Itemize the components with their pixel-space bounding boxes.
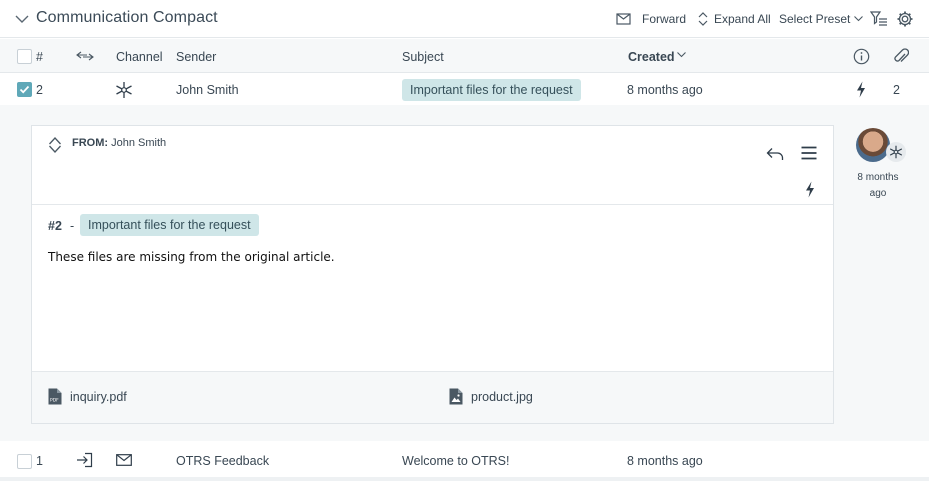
column-created[interactable]: Created bbox=[628, 50, 675, 64]
article-body: #2 - Important files for the request The… bbox=[32, 205, 833, 371]
attachment-name: product.jpg bbox=[471, 389, 533, 404]
lightning-icon[interactable] bbox=[805, 181, 815, 198]
direction-arrows-icon bbox=[76, 51, 94, 61]
attachments-bar: PDF inquiry.pdf product.jpg bbox=[32, 371, 833, 423]
row-number: 1 bbox=[36, 454, 43, 468]
table-row[interactable]: 1 OTRS Feedback Welcome to OTRS! 8 month… bbox=[0, 444, 929, 477]
column-header-row: # Channel Sender Subject Created bbox=[0, 39, 929, 73]
reply-icon[interactable] bbox=[766, 147, 784, 161]
article-header: FROM: John Smith bbox=[32, 126, 833, 205]
article-separator: - bbox=[70, 219, 75, 233]
forward-mail-icon bbox=[616, 12, 632, 26]
sort-down-icon[interactable] bbox=[677, 52, 686, 58]
row-checkbox[interactable] bbox=[17, 454, 32, 469]
image-file-icon bbox=[449, 388, 463, 405]
article-card: FROM: John Smith #2 - Important files fo… bbox=[31, 125, 834, 424]
select-all-checkbox[interactable] bbox=[17, 49, 32, 64]
column-channel[interactable]: Channel bbox=[116, 50, 163, 64]
avatar-timestamp: 8 months ago bbox=[857, 172, 899, 199]
widget-header: Communication Compact Forward Expand All… bbox=[0, 0, 929, 38]
menu-icon[interactable] bbox=[801, 146, 817, 160]
pdf-file-icon: PDF bbox=[48, 388, 62, 405]
row-sender: John Smith bbox=[176, 83, 239, 97]
gear-icon[interactable] bbox=[896, 10, 914, 28]
attachment-item[interactable]: product.jpg bbox=[449, 388, 533, 405]
select-preset-label: Select Preset bbox=[779, 12, 851, 26]
row-divider bbox=[0, 477, 929, 481]
internal-asterisk-icon bbox=[115, 81, 133, 99]
from-label: FROM: bbox=[72, 137, 109, 149]
row-sender: OTRS Feedback bbox=[176, 454, 270, 468]
paperclip-icon bbox=[893, 48, 909, 65]
attachment-name: inquiry.pdf bbox=[70, 389, 127, 404]
sender-avatar-group bbox=[856, 128, 906, 166]
article-subject-tag: Important files for the request bbox=[80, 214, 259, 236]
lightning-icon[interactable] bbox=[856, 81, 866, 98]
table-row[interactable]: 2 John Smith Important files for the req… bbox=[0, 73, 929, 106]
chevron-down-icon[interactable] bbox=[15, 13, 29, 25]
article-from: FROM: John Smith bbox=[72, 137, 166, 149]
forward-label: Forward bbox=[642, 12, 687, 26]
column-sender[interactable]: Sender bbox=[176, 50, 216, 64]
expand-collapse-icon[interactable] bbox=[48, 136, 62, 154]
expand-collapse-icon bbox=[698, 12, 708, 26]
page-title: Communication Compact bbox=[36, 9, 218, 26]
filter-list-icon[interactable] bbox=[870, 10, 888, 28]
attachment-item[interactable]: PDF inquiry.pdf bbox=[48, 388, 127, 405]
expand-all-label: Expand All bbox=[714, 12, 771, 26]
info-icon bbox=[853, 48, 870, 65]
column-subject[interactable]: Subject bbox=[402, 50, 444, 64]
select-preset-dropdown[interactable]: Select Preset bbox=[779, 12, 864, 26]
row-subject-tag: Important files for the request bbox=[402, 79, 581, 101]
row-created: 8 months ago bbox=[627, 454, 703, 468]
article-body-text: These files are missing from the origina… bbox=[48, 250, 335, 264]
svg-text:PDF: PDF bbox=[50, 398, 59, 404]
column-number[interactable]: # bbox=[36, 50, 43, 64]
article-number: #2 bbox=[48, 219, 62, 233]
row-created: 8 months ago bbox=[627, 83, 703, 97]
column-created-label: Created bbox=[628, 50, 675, 64]
row-attachment-count: 2 bbox=[893, 83, 900, 97]
avatar bbox=[856, 128, 890, 162]
email-icon bbox=[116, 454, 132, 466]
internal-asterisk-icon bbox=[886, 142, 906, 162]
from-name: John Smith bbox=[111, 137, 167, 149]
chevron-down-icon bbox=[854, 16, 864, 22]
row-checkbox[interactable] bbox=[17, 82, 32, 97]
row-subject: Welcome to OTRS! bbox=[402, 454, 510, 468]
incoming-arrow-icon bbox=[76, 452, 93, 468]
expand-all-button[interactable]: Expand All bbox=[698, 12, 771, 26]
forward-button[interactable]: Forward bbox=[616, 12, 686, 26]
row-number: 2 bbox=[36, 83, 43, 97]
